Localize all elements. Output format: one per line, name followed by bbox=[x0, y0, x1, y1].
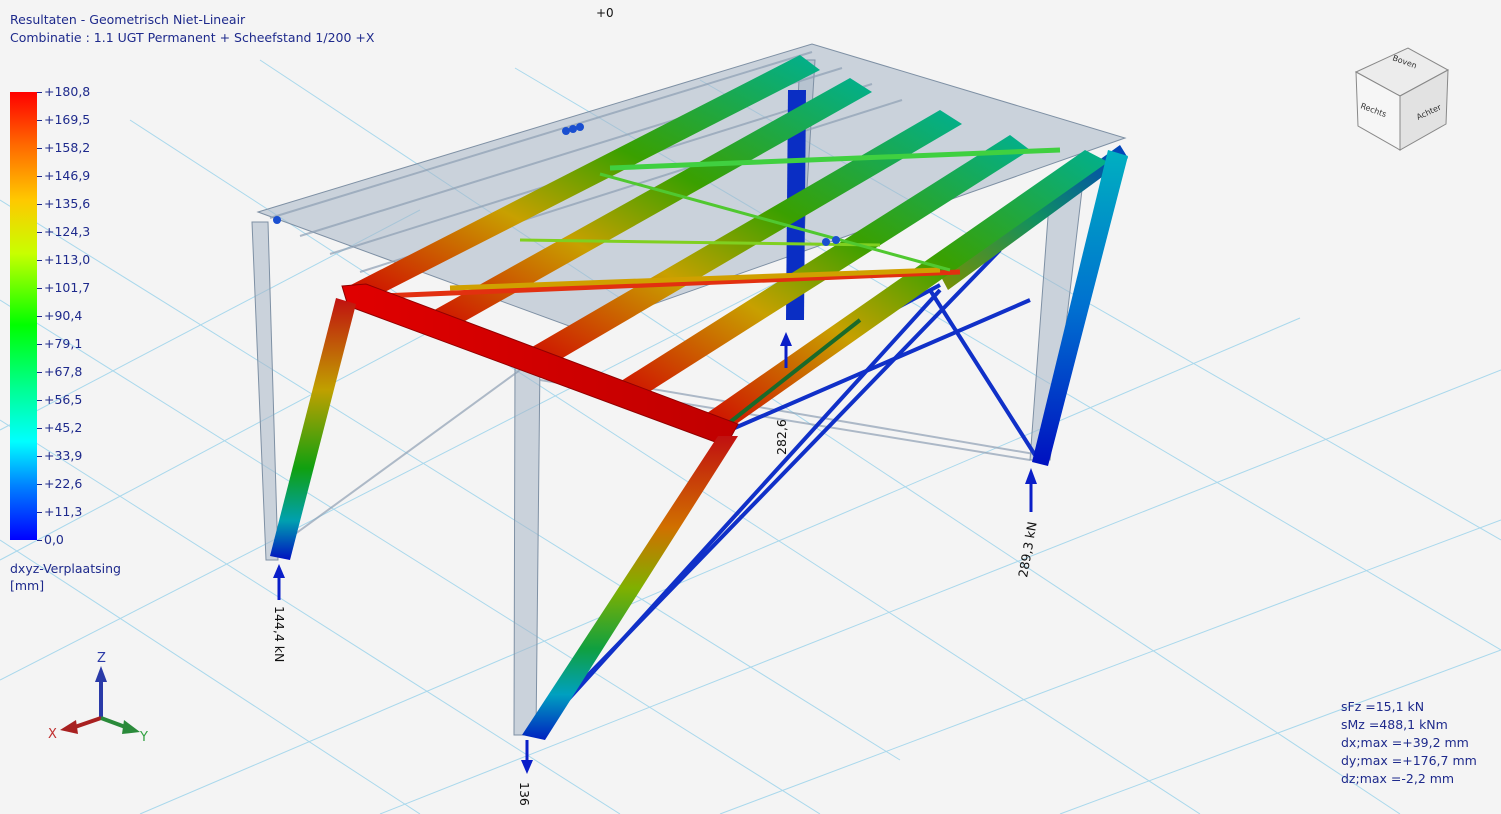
legend-value: +158,2 bbox=[44, 140, 91, 155]
axis-y-label: Y bbox=[139, 730, 148, 745]
result-summary: sFz =15,1 kN sMz =488,1 kNm dx;max =+39,… bbox=[1341, 698, 1477, 788]
reaction-label-1: 144,4 kN bbox=[272, 606, 287, 662]
view-cube[interactable]: Boven Rechts Achter bbox=[1354, 47, 1450, 151]
reaction-arrow-4 bbox=[1025, 468, 1037, 512]
legend-tick bbox=[37, 232, 42, 233]
color-legend-bar bbox=[10, 92, 37, 540]
legend-tick bbox=[37, 316, 42, 317]
legend-value: +135,6 bbox=[44, 196, 91, 211]
legend-value: +56,5 bbox=[44, 392, 83, 407]
legend-tick bbox=[37, 288, 42, 289]
legend-value: +101,7 bbox=[44, 280, 91, 295]
summary-line: dx;max =+39,2 mm bbox=[1341, 735, 1469, 750]
top-marker: +0 bbox=[596, 6, 614, 20]
legend-tick bbox=[37, 400, 42, 401]
legend-tick bbox=[37, 484, 42, 485]
legend-tick bbox=[37, 92, 42, 93]
legend-tick bbox=[37, 204, 42, 205]
legend-tick bbox=[37, 120, 42, 121]
legend-value: +79,1 bbox=[44, 336, 83, 351]
summary-line: dz;max =-2,2 mm bbox=[1341, 771, 1455, 786]
axis-x-label: X bbox=[48, 727, 57, 742]
axis-z-label: Z bbox=[97, 651, 106, 666]
legend-value: +45,2 bbox=[44, 420, 83, 435]
legend-tick bbox=[37, 428, 42, 429]
legend-tick bbox=[37, 148, 42, 149]
legend-value: +67,8 bbox=[44, 364, 83, 379]
legend-value: +169,5 bbox=[44, 112, 91, 127]
summary-line: sFz =15,1 kN bbox=[1341, 699, 1425, 714]
legend-value: +11,3 bbox=[44, 504, 83, 519]
legend-tick bbox=[37, 372, 42, 373]
legend-tick bbox=[37, 456, 42, 457]
legend-quantity: dxyz-Verplaatsing [mm] bbox=[10, 560, 121, 594]
legend-tick bbox=[37, 540, 42, 541]
legend-unit: [mm] bbox=[10, 578, 45, 593]
legend-tick bbox=[37, 176, 42, 177]
3d-viewport[interactable]: 144,4 kN 136 282,6 289,3 kN Z X Y Boven … bbox=[0, 0, 1501, 814]
legend-tick bbox=[37, 260, 42, 261]
reaction-label-2: 136 bbox=[517, 782, 532, 806]
legend-value: +146,9 bbox=[44, 168, 91, 183]
legend-tick bbox=[37, 344, 42, 345]
reaction-label-4: 289,3 kN bbox=[1015, 520, 1040, 578]
legend-value: +180,8 bbox=[44, 84, 91, 99]
summary-line: sMz =488,1 kNm bbox=[1341, 717, 1448, 732]
summary-line: dy;max =+176,7 mm bbox=[1341, 753, 1477, 768]
reaction-label-3: 282,6 bbox=[774, 419, 789, 455]
legend-value: 0,0 bbox=[44, 532, 64, 547]
legend-quantity-name: dxyz-Verplaatsing bbox=[10, 561, 121, 576]
legend-value: +33,9 bbox=[44, 448, 83, 463]
axis-triad: Z X Y bbox=[48, 651, 148, 745]
legend-value: +113,0 bbox=[44, 252, 91, 267]
legend-value: +22,6 bbox=[44, 476, 83, 491]
legend-value: +124,3 bbox=[44, 224, 91, 239]
result-title: Resultaten - Geometrisch Niet-Lineair bbox=[10, 12, 246, 27]
legend-value: +90,4 bbox=[44, 308, 83, 323]
load-combination: Combinatie : 1.1 UGT Permanent + Scheefs… bbox=[10, 30, 375, 45]
legend-tick bbox=[37, 512, 42, 513]
